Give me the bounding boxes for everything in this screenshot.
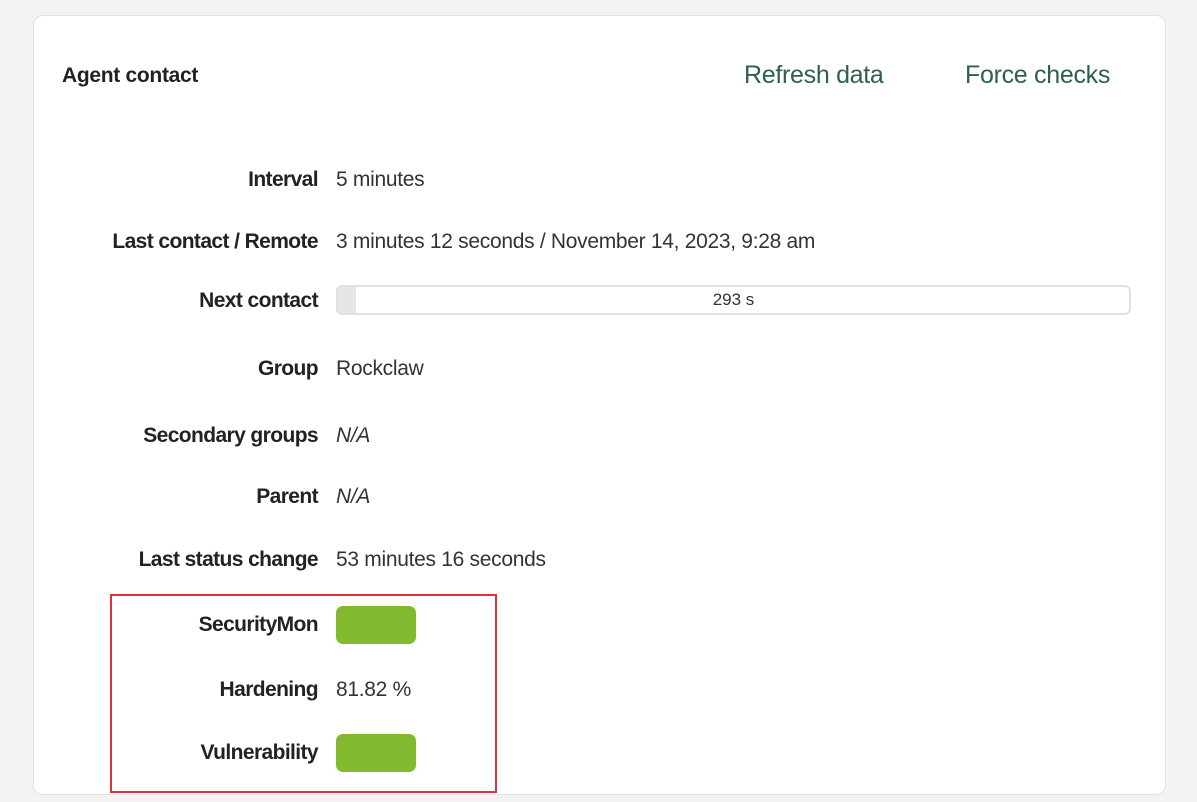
card-title: Agent contact [62, 64, 199, 87]
last-status-change-value: 53 minutes 16 seconds [336, 548, 546, 571]
group-row: Group Rockclaw [34, 349, 424, 389]
hardening-label: Hardening [219, 678, 319, 701]
agent-contact-card: Agent contact Refresh data Force checks … [33, 15, 1166, 795]
interval-value: 5 minutes [336, 168, 425, 191]
next-contact-row: Next contact [34, 281, 318, 321]
parent-label: Parent [256, 485, 318, 508]
next-contact-label: Next contact [199, 289, 318, 312]
refresh-data-link[interactable]: Refresh data [744, 61, 884, 90]
last-contact-label: Last contact / Remote [112, 230, 318, 253]
interval-row: Interval 5 minutes [34, 160, 425, 200]
group-label: Group [258, 357, 319, 380]
force-checks-link[interactable]: Force checks [965, 61, 1110, 90]
parent-value: N/A [336, 485, 371, 508]
vulnerability-row: Vulnerability [34, 733, 416, 773]
interval-label: Interval [248, 168, 319, 191]
security-mon-status-indicator [336, 606, 416, 644]
secondary-groups-row: Secondary groups N/A [34, 416, 370, 456]
hardening-row: Hardening 81.82 % [34, 670, 412, 710]
next-contact-value: 293 s [712, 290, 755, 309]
last-contact-value: 3 minutes 12 seconds / November 14, 2023… [336, 230, 816, 253]
hardening-value: 81.82 % [336, 678, 411, 701]
group-value: Rockclaw [336, 357, 424, 380]
secondary-groups-value: N/A [336, 424, 371, 447]
vulnerability-label: Vulnerability [200, 741, 319, 764]
security-mon-label: SecurityMon [198, 613, 319, 636]
last-contact-row: Last contact / Remote 3 minutes 12 secon… [34, 222, 815, 262]
next-contact-progress-bar: 293 s [336, 285, 1131, 315]
security-mon-row: SecurityMon [34, 605, 416, 645]
parent-row: Parent N/A [34, 477, 370, 517]
vulnerability-status-indicator [336, 734, 416, 772]
last-status-change-row: Last status change 53 minutes 16 seconds [34, 540, 546, 580]
last-status-change-label: Last status change [138, 548, 319, 571]
secondary-groups-label: Secondary groups [143, 424, 318, 447]
